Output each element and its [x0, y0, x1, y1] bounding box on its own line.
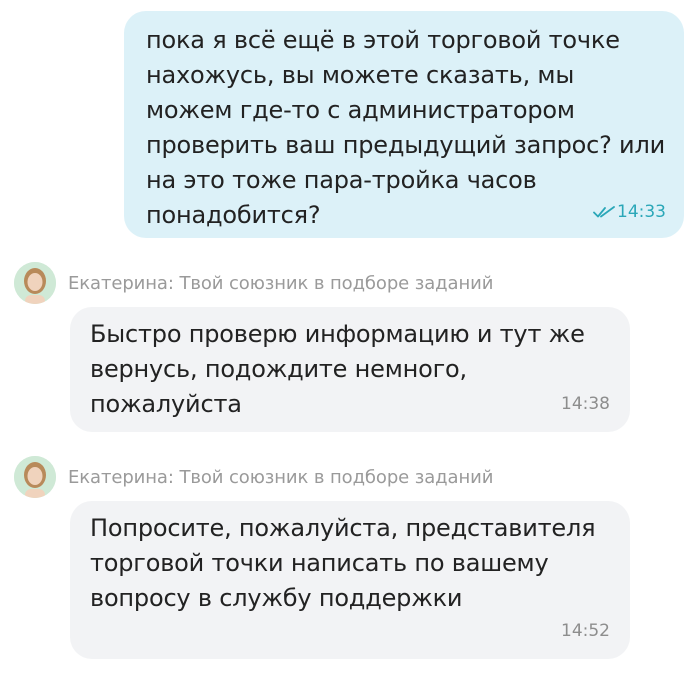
avatar-image	[14, 456, 56, 498]
incoming-message-bubble[interactable]: Попросите, пожалуйста, представителя тор…	[70, 501, 630, 659]
message-time: 14:38	[561, 394, 610, 414]
sender-row: Екатерина: Твой союзник в подборе задани…	[14, 456, 493, 498]
message-time: 14:33	[617, 202, 666, 222]
message-text: Быстро проверю информацию и тут же верну…	[90, 320, 585, 418]
sender-name: Екатерина: Твой союзник в подборе задани…	[68, 466, 494, 488]
avatar[interactable]	[14, 456, 56, 498]
avatar[interactable]	[14, 262, 56, 304]
message-meta: 14:33	[593, 202, 666, 222]
chat-history: пока я всё ещё в этой торговой точке нах…	[0, 0, 700, 675]
double-check-icon	[593, 206, 615, 218]
sender-row: Екатерина: Твой союзник в подборе задани…	[14, 262, 493, 304]
incoming-message-bubble[interactable]: Быстро проверю информацию и тут же верну…	[70, 307, 630, 432]
message-text: пока я всё ещё в этой торговой точке нах…	[146, 26, 665, 229]
avatar-image	[14, 262, 56, 304]
sender-name: Екатерина: Твой союзник в подборе задани…	[68, 272, 494, 294]
message-text: Попросите, пожалуйста, представителя тор…	[90, 514, 596, 612]
outgoing-message-bubble[interactable]: пока я всё ещё в этой торговой точке нах…	[124, 11, 684, 238]
message-time: 14:52	[561, 621, 610, 641]
